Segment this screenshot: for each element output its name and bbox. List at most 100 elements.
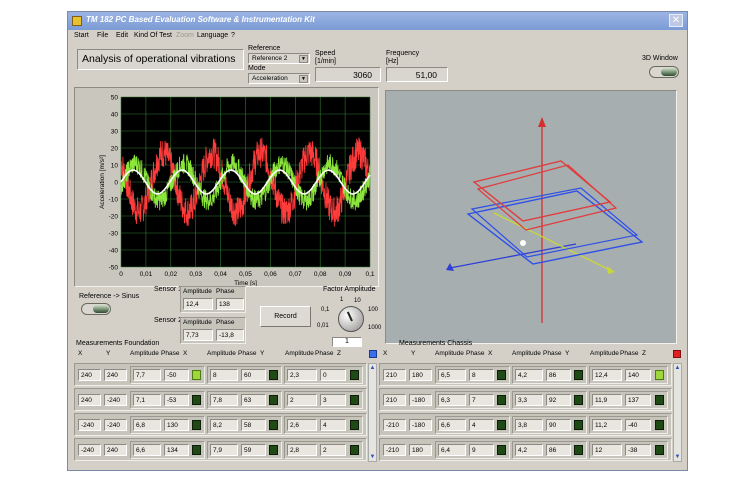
factor-amplitude-knob[interactable]: 0,01 0,1 1 10 100 1000: [317, 294, 383, 336]
menu-help[interactable]: ?: [231, 32, 235, 39]
y-measurement-group: 8 60: [207, 366, 282, 384]
y-measurement-group: 7,9 59: [207, 441, 282, 459]
amplitude-cell: 6,6: [438, 419, 466, 431]
knob-tick-label: 10: [354, 298, 361, 304]
y-axis-label: Acceleration [m/s²]: [99, 155, 106, 209]
phase-cell: 90: [546, 419, 571, 431]
amplitude-cell: 6,3: [438, 394, 466, 406]
phase-cell: 4: [469, 419, 494, 431]
x-measurement-group: 6,6 4: [435, 416, 510, 434]
column-header: Amplitude: [512, 350, 541, 357]
window-title: TM 182 PC Based Evaluation Software & In…: [86, 15, 315, 24]
table-scrollbar[interactable]: ▲ ▼: [368, 363, 377, 462]
reference-value: Reference 2: [252, 55, 288, 62]
x-measurement-group: 6,5 8: [435, 366, 510, 384]
phase-cell: 130: [164, 419, 189, 431]
record-button[interactable]: Record: [260, 306, 311, 327]
y-tick-label: -30: [109, 231, 119, 238]
knob-tick-label: 1000: [368, 325, 382, 331]
table-row: 210 -180 6,3 7 3,3 92 11,9 137: [379, 388, 672, 411]
status-led: [269, 370, 278, 380]
menu-start[interactable]: Start: [74, 32, 89, 39]
knob-dial-icon: [338, 306, 364, 332]
x-measurement-group: 6,8 130: [130, 416, 205, 434]
table-row: -240 -240 6,8 130 8,2 58 2,6 4: [74, 413, 367, 436]
column-header: X: [488, 350, 493, 357]
menu-edit[interactable]: Edit: [116, 32, 128, 39]
z-measurement-group: 11,2 -40: [589, 416, 668, 434]
amplitude-cell: 2,3: [287, 369, 317, 381]
analysis-title: Analysis of operational vibrations: [77, 49, 244, 70]
column-header: X: [183, 350, 188, 357]
amplitude-cell: 8,2: [210, 419, 238, 431]
status-led: [350, 395, 359, 405]
phase-cell: 4: [320, 419, 346, 431]
y-tick-label: -10: [109, 197, 119, 204]
window3d-toggle[interactable]: [649, 66, 679, 78]
frequency-value: 51,00: [386, 67, 448, 82]
reference-select[interactable]: Reference 2 ▼: [248, 53, 310, 64]
amplitude-cell: 2,6: [287, 419, 317, 431]
status-led: [497, 395, 506, 405]
menu-kind-of-test[interactable]: Kind Of Test: [134, 32, 172, 39]
foundation-table: X Y Amplitude Phase X Amplitude Phase Y Amplitud…: [74, 350, 379, 470]
status-led: [497, 445, 506, 455]
column-header: X: [383, 350, 388, 357]
x-measurement-group: 6,4 9: [435, 441, 510, 459]
amplitude-cell: 7,1: [133, 394, 161, 406]
sensor2-amplitude: 7,73: [183, 329, 213, 341]
y-cell: -240: [104, 394, 127, 406]
phase-cell: 63: [241, 394, 266, 406]
column-header: Amplitude: [435, 350, 464, 357]
amplitude-cell: 12: [592, 444, 622, 456]
reference-sinus-label: Reference -> Sinus: [79, 293, 140, 300]
amplitude-cell: 11,2: [592, 419, 622, 431]
y-measurement-group: 3,3 92: [512, 391, 587, 409]
x-cell: -210: [383, 419, 406, 431]
scroll-up-icon[interactable]: ▲: [369, 364, 376, 372]
menu-language[interactable]: Language: [197, 32, 228, 39]
amplitude-cell: 6,8: [133, 419, 161, 431]
x-measurement-group: 6,3 7: [435, 391, 510, 409]
phase-cell: 3: [320, 394, 346, 406]
z-measurement-group: 12,4 140: [589, 366, 668, 384]
sensor2-label: Sensor 2: [154, 317, 183, 324]
status-led: [269, 420, 278, 430]
column-header: Y: [260, 350, 265, 357]
chassis-title: Measurements Chassis: [399, 340, 473, 347]
close-button[interactable]: ✕: [669, 14, 683, 27]
sensor1-label: Sensor 1: [154, 286, 183, 293]
scroll-down-icon[interactable]: ▼: [369, 453, 376, 461]
menu-file[interactable]: File: [97, 32, 108, 39]
scroll-up-icon[interactable]: ▲: [674, 364, 681, 372]
title-bar[interactable]: TM 182 PC Based Evaluation Software & In…: [68, 12, 687, 30]
scroll-down-icon[interactable]: ▼: [674, 453, 681, 461]
menu-bar: Start File Edit Kind Of Test Zoom Langua…: [68, 30, 687, 42]
window3d-label: 3D Window: [642, 55, 678, 62]
z-measurement-group: 2,8 2: [284, 441, 363, 459]
sensor1-box: Amplitude Phase 12,4 138: [180, 286, 246, 313]
sensor1-phase: 138: [216, 298, 244, 310]
chart-panel: 0 0,01 0,02 0,03 0,04 0,05 0,06 0,07 0,08 0,09 0,1…: [74, 87, 379, 287]
chevron-down-icon: ▼: [299, 75, 308, 83]
mode-select[interactable]: Acceleration ▼: [248, 73, 310, 84]
reference-sinus-toggle[interactable]: [81, 303, 111, 315]
mode-label: Mode: [248, 65, 266, 72]
app-icon: [72, 16, 82, 26]
view-3d-panel[interactable]: [385, 90, 677, 344]
chassis-table: X Y Amplitude Phase X Amplitude Phase Y Amplitud…: [379, 350, 685, 470]
status-led: [192, 395, 201, 405]
status-led: [350, 445, 359, 455]
y-tick-label: 20: [111, 146, 119, 153]
column-header: Amplitude: [130, 350, 159, 357]
phase-cell: 9: [469, 444, 494, 456]
y-cell: -180: [409, 419, 432, 431]
factor-amplitude-value[interactable]: 1: [332, 337, 362, 347]
table-row: -210 180 6,4 9 4,2 86 12 -38: [379, 438, 672, 461]
status-led: [192, 445, 201, 455]
column-header: Z: [642, 350, 646, 357]
table-scrollbar[interactable]: ▲ ▼: [673, 363, 682, 462]
y-tick-label: 0: [114, 180, 118, 187]
status-led: [655, 370, 664, 380]
y-cell: 240: [104, 444, 127, 456]
